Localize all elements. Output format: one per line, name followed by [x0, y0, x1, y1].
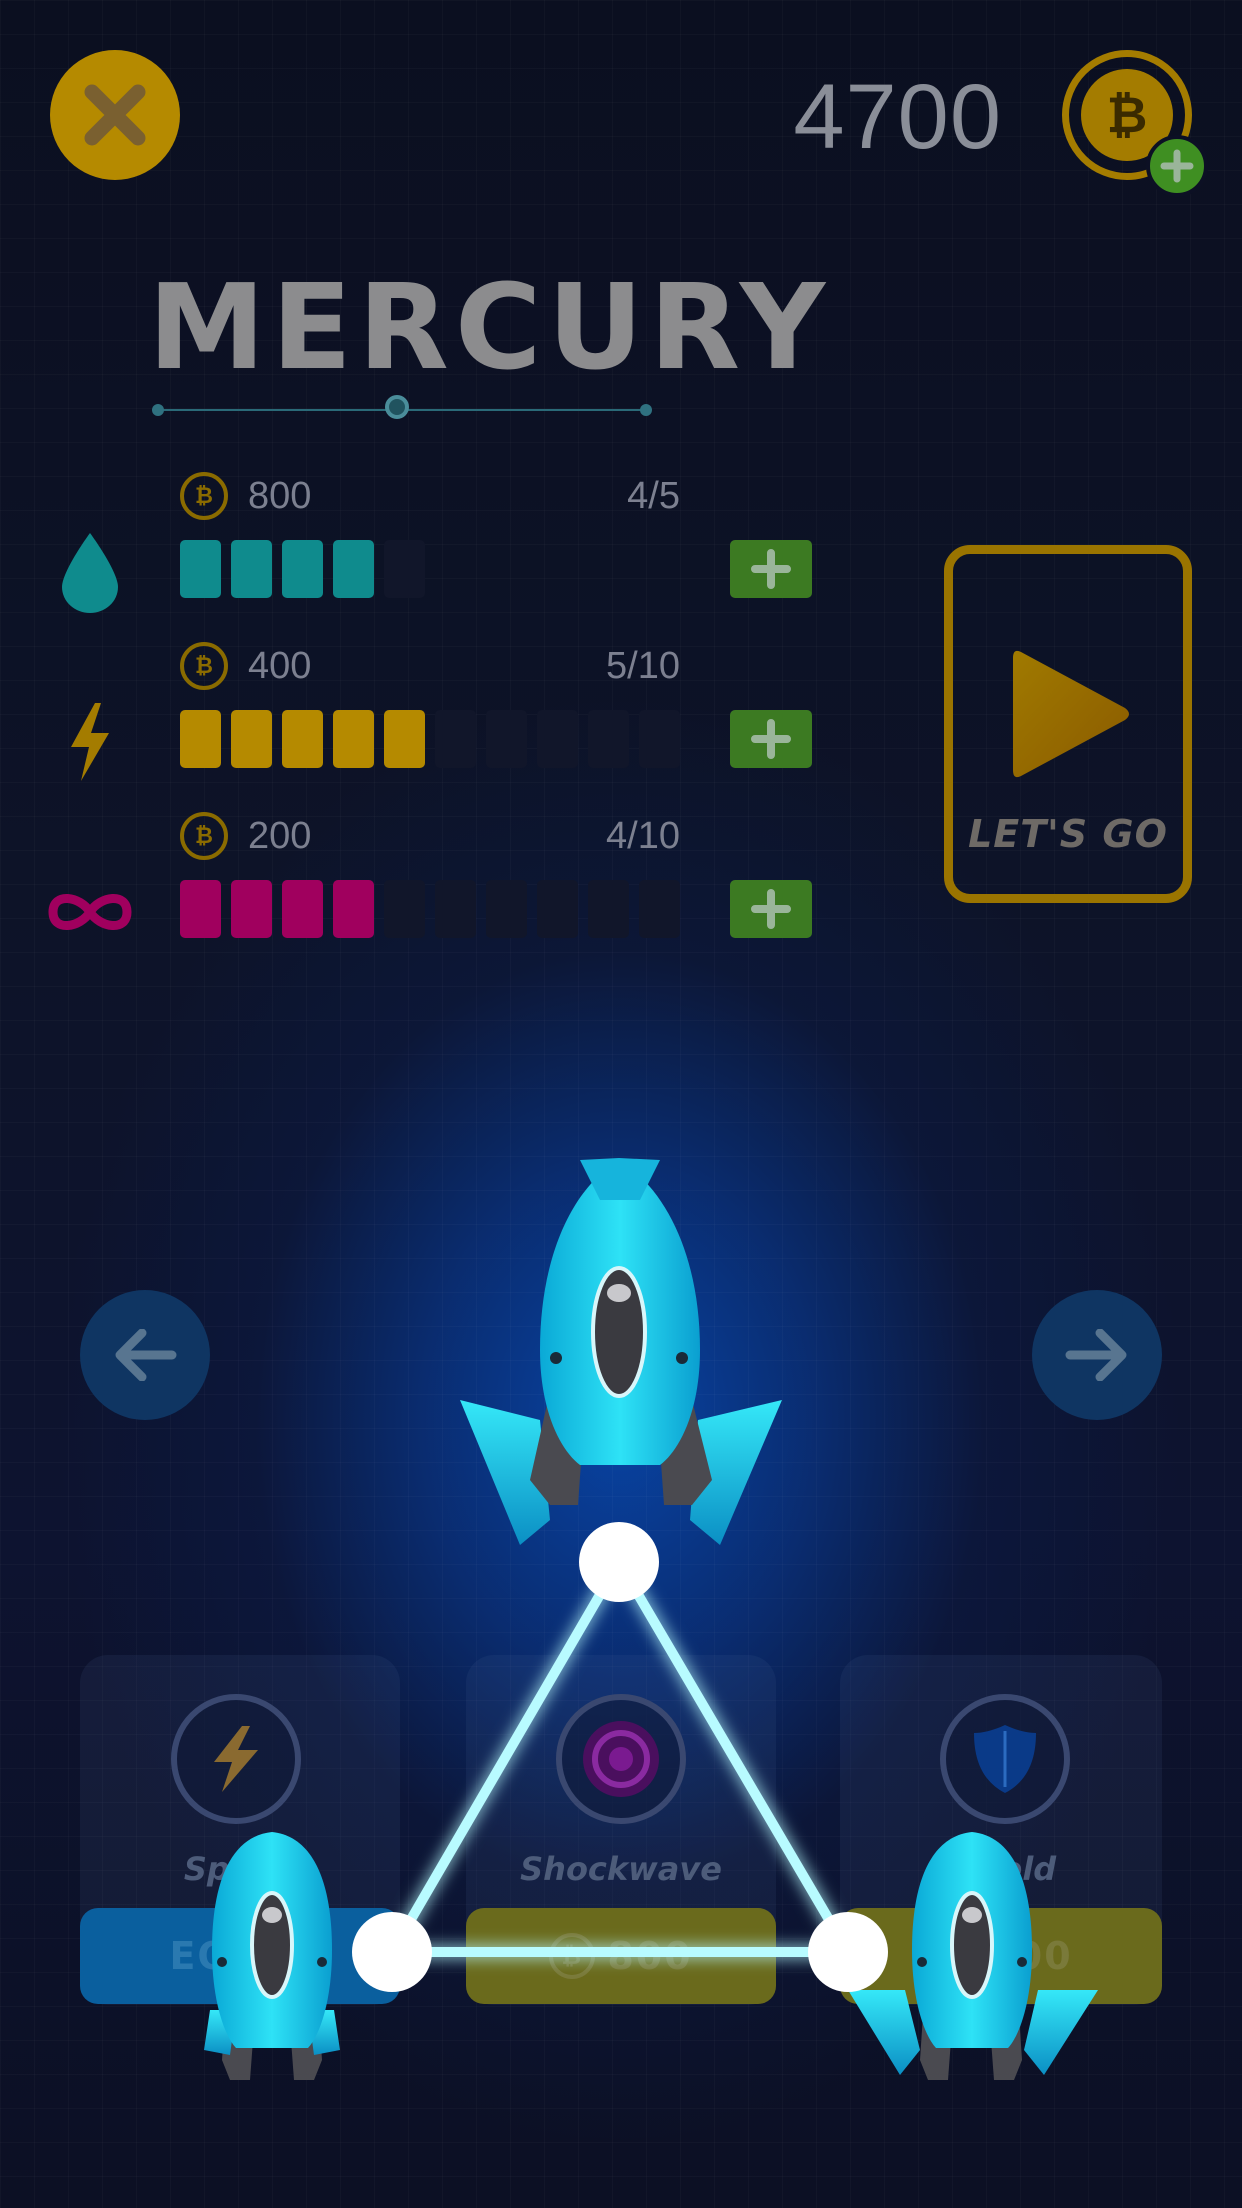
- formation-node-left[interactable]: [352, 1912, 432, 1992]
- formation-node-right[interactable]: [808, 1912, 888, 1992]
- game-screen: 4700 ₿ MERCURY ₿ 800 4/5 ₿ 400 5/10 ₿ 20…: [0, 0, 1242, 2208]
- main-ship[interactable]: [460, 1158, 782, 1545]
- formation-triangle: [387, 1559, 853, 1957]
- ship-scene: [204, 1158, 1098, 2080]
- wingman-ship-left[interactable]: [204, 1832, 340, 2080]
- formation-node-top[interactable]: [579, 1522, 659, 1602]
